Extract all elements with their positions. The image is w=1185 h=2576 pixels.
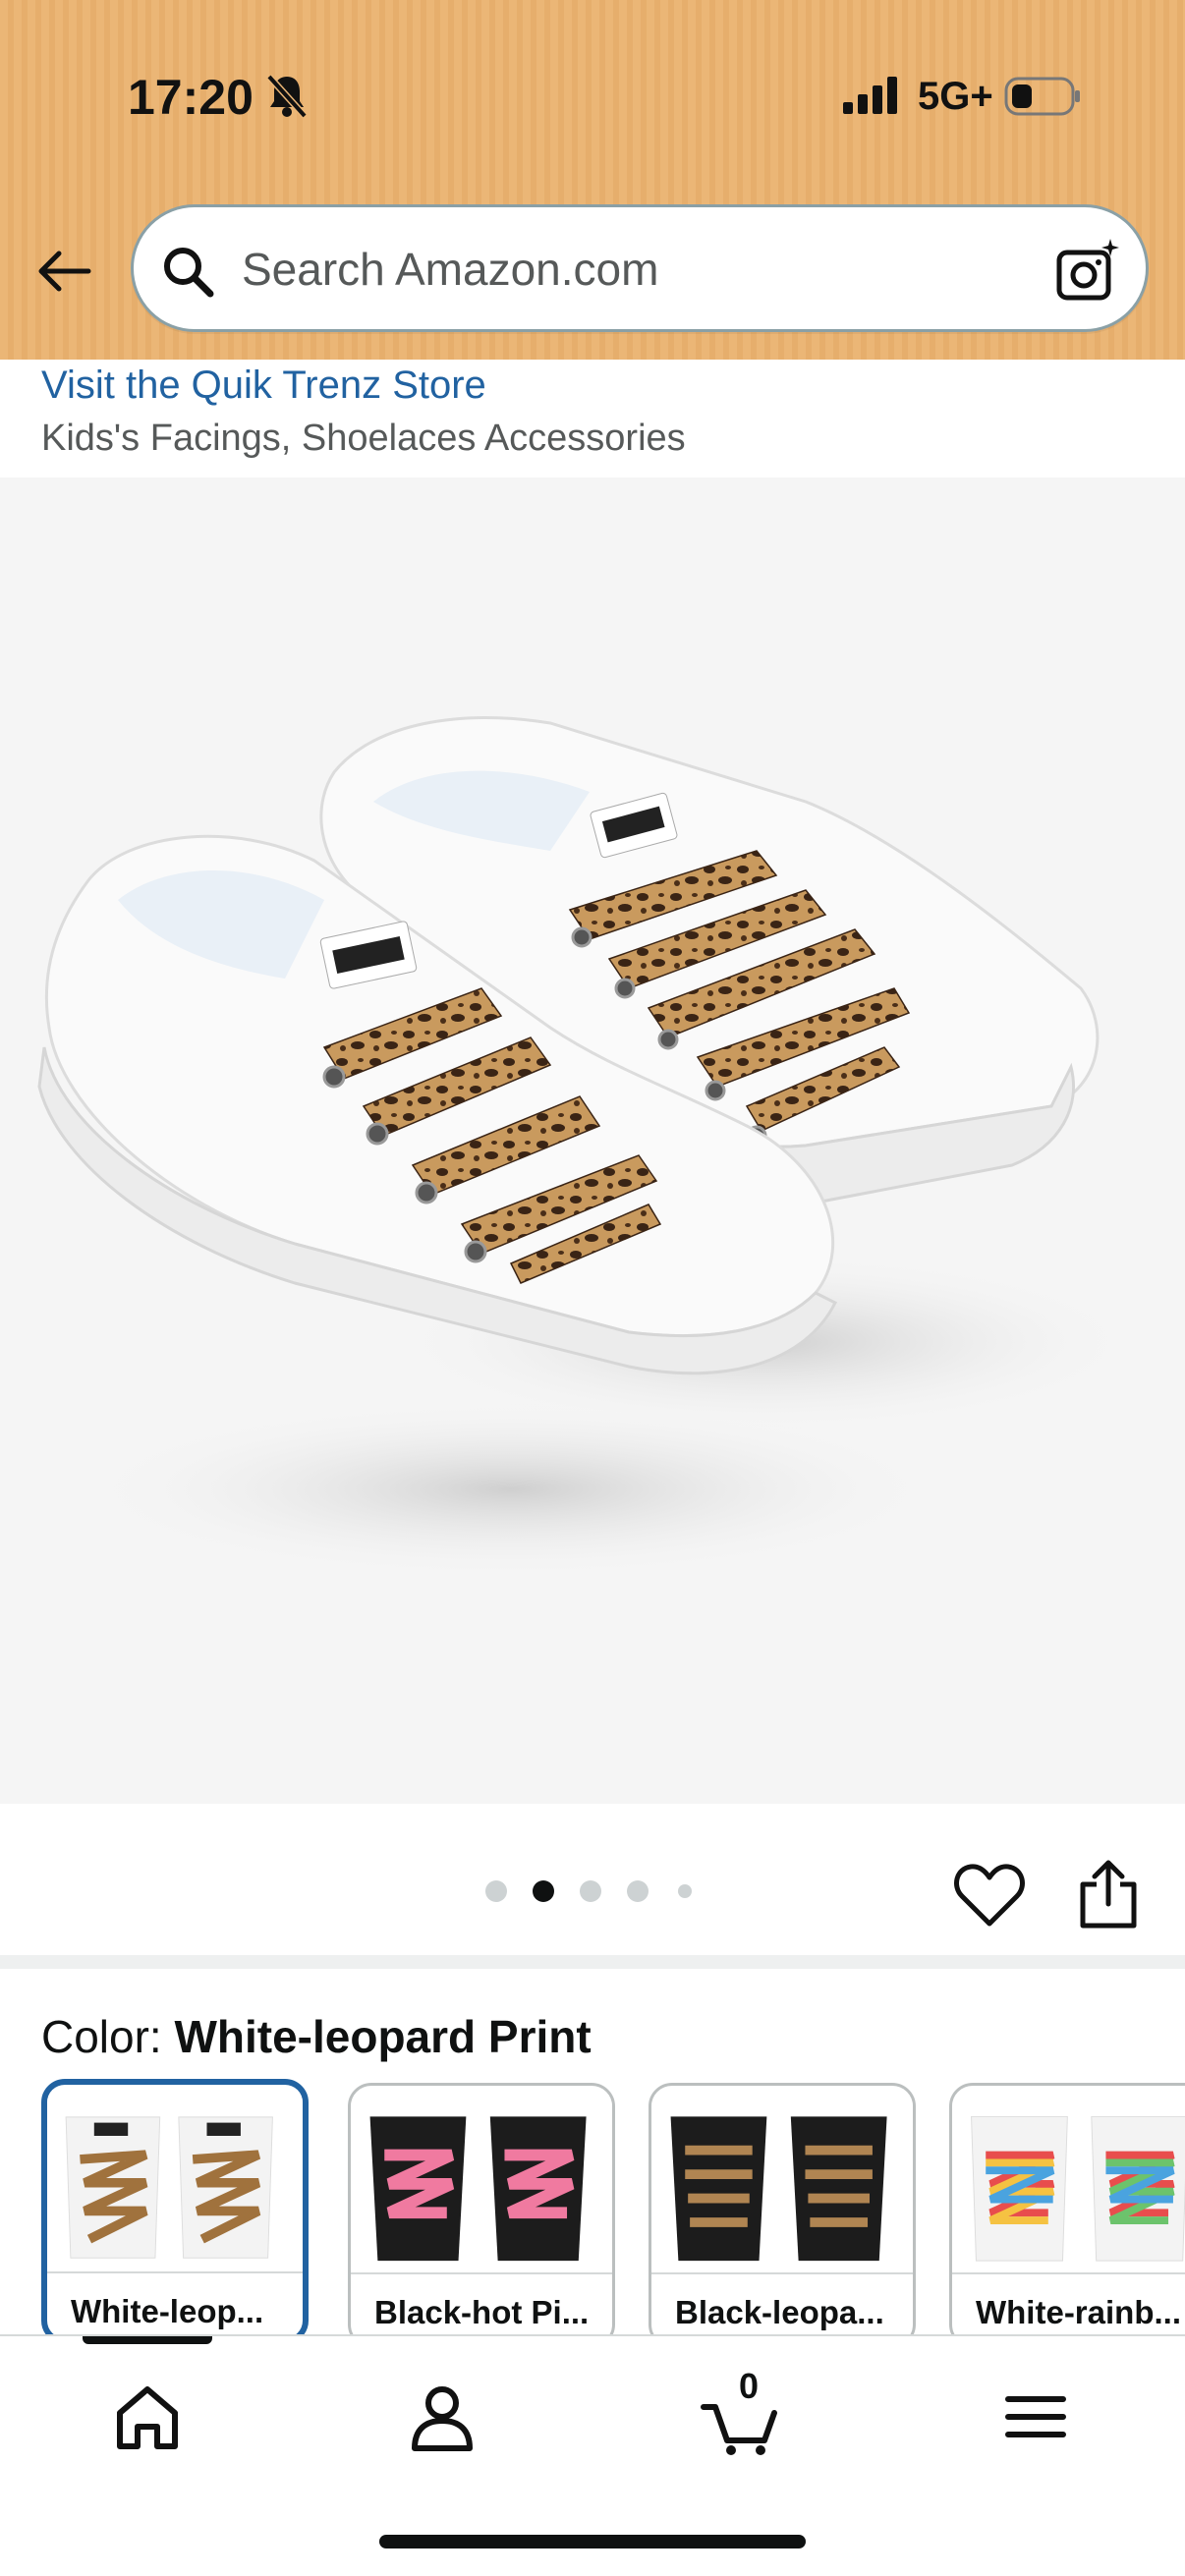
color-label: Color: White-leopard Print [41,2010,592,2063]
pager-dot[interactable] [485,1880,507,1902]
swatch-white-rainbow[interactable]: White-rainb... [949,2083,1185,2334]
product-image[interactable] [0,477,1185,1804]
color-prefix: Color: [41,2011,175,2062]
search-icon[interactable] [161,245,216,300]
selected-color: White-leopard Print [174,2011,592,2062]
swatch-thumbnail [351,2088,612,2270]
camera-icon[interactable] [1053,237,1122,306]
color-swatches: White-leop... Black-hot Pi... Black-leop… [41,2079,1185,2334]
swatch-label: White-rainb... [976,2294,1181,2330]
swatch-black-hot-pink[interactable]: Black-hot Pi... [348,2083,615,2334]
account-icon[interactable] [403,2378,481,2456]
back-arrow-icon[interactable] [33,240,96,303]
section-divider [0,1955,1185,1969]
signal-icon [843,77,897,114]
active-tab-indicator [83,2336,212,2344]
battery-icon [1004,77,1080,116]
status-time: 17:20 [128,70,254,125]
menu-icon[interactable] [996,2378,1075,2456]
sneakers-illustration [37,715,1140,1578]
swatch-black-leopard[interactable]: Black-leopa... [649,2083,916,2334]
swatch-thumbnail [952,2088,1185,2270]
cart-count: 0 [738,2366,760,2406]
swatch-thumbnail [651,2088,913,2270]
swatch-label: Black-leopa... [675,2294,884,2330]
pager-dot[interactable] [627,1880,649,1902]
search-input[interactable] [242,235,1028,304]
image-pager[interactable] [481,1876,717,1906]
pager-dot[interactable] [678,1884,692,1898]
bell-slash-icon [266,74,308,118]
pager-dot[interactable] [580,1880,601,1902]
header: 17:20 5G+ [0,0,1185,360]
swatch-label: Black-hot Pi... [374,2294,590,2330]
swatch-thumbnail [47,2089,303,2268]
home-indicator[interactable] [379,2535,806,2548]
home-icon[interactable] [108,2378,187,2456]
share-icon[interactable] [1077,1859,1140,1930]
search-bar[interactable] [131,204,1149,332]
store-link[interactable]: Visit the Quik Trenz Store [41,364,486,408]
network-label: 5G+ [918,75,993,118]
pager-dot-active[interactable] [533,1880,554,1902]
heart-icon[interactable] [953,1861,1026,1930]
category-breadcrumb[interactable]: Kids's Facings, Shoelaces Accessories [41,418,686,460]
swatch-white-leopard[interactable]: White-leop... [41,2079,309,2334]
swatch-label: White-leop... [71,2293,264,2329]
